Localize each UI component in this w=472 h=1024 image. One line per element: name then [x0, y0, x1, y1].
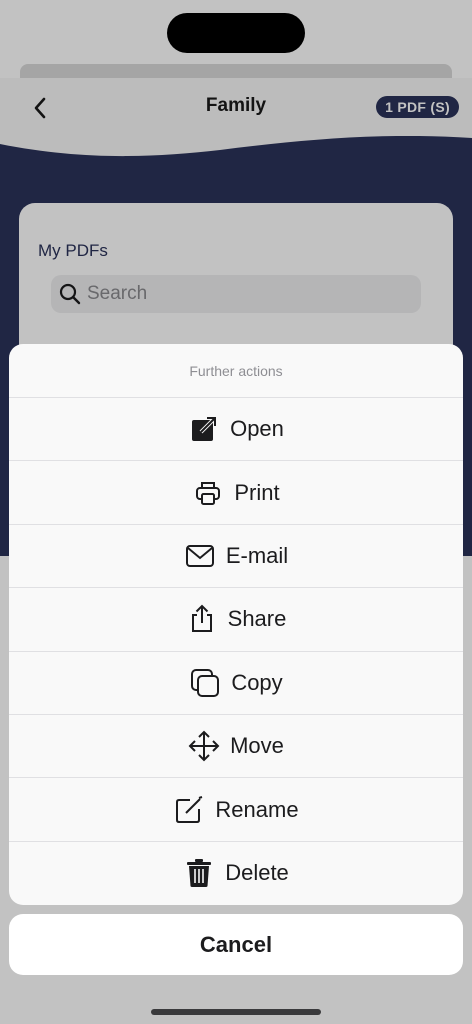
envelope-icon	[184, 540, 216, 572]
email-label: E-mail	[225, 542, 289, 568]
rename-icon	[173, 794, 205, 826]
further-actions-sheet: Further actions Open Print E-mail Share …	[9, 344, 463, 905]
delete-button[interactable]: Delete	[9, 842, 463, 905]
sheet-header: Further actions	[9, 344, 463, 398]
print-label: Print	[234, 479, 280, 505]
print-button[interactable]: Print	[9, 461, 463, 525]
dynamic-island	[167, 13, 305, 53]
copy-button[interactable]: Copy	[9, 652, 463, 715]
cancel-button[interactable]: Cancel	[9, 914, 463, 975]
share-label: Share	[227, 606, 287, 632]
move-arrows-icon	[188, 730, 220, 762]
delete-label: Delete	[225, 860, 289, 886]
open-label: Open	[230, 416, 284, 442]
share-button[interactable]: Share	[9, 588, 463, 652]
copy-label: Copy	[231, 669, 283, 695]
printer-icon	[192, 477, 224, 509]
share-icon	[186, 603, 218, 635]
copy-icon	[189, 667, 221, 699]
email-button[interactable]: E-mail	[9, 525, 463, 589]
move-button[interactable]: Move	[9, 715, 463, 779]
move-label: Move	[230, 733, 284, 759]
home-indicator	[151, 1009, 321, 1015]
open-external-icon	[188, 413, 220, 445]
open-button[interactable]: Open	[9, 398, 463, 462]
rename-button[interactable]: Rename	[9, 778, 463, 842]
rename-label: Rename	[215, 796, 299, 822]
trash-icon	[183, 857, 215, 889]
